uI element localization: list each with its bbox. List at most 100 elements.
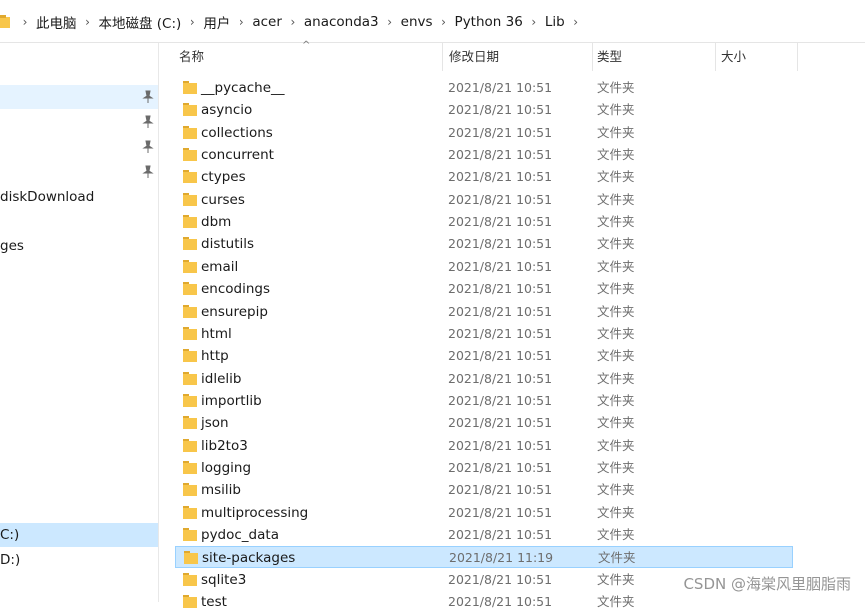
file-modified-date: 2021/8/21 10:51 bbox=[448, 527, 553, 542]
breadcrumb-item[interactable]: acer bbox=[252, 14, 282, 30]
chevron-right-icon[interactable]: › bbox=[433, 15, 455, 29]
file-row[interactable]: html 2021/8/21 10:51 文件夹 bbox=[175, 323, 793, 345]
file-row[interactable]: concurrent 2021/8/21 10:51 文件夹 bbox=[175, 144, 793, 166]
file-modified-date: 2021/8/21 10:51 bbox=[448, 102, 553, 118]
file-modified-date: 2021/8/21 10:51 bbox=[448, 214, 553, 230]
file-row[interactable]: lib2to3 2021/8/21 10:51 文件夹 bbox=[175, 435, 793, 457]
pin-icon[interactable] bbox=[142, 115, 154, 129]
file-modified-date: 2021/8/21 11:19 bbox=[449, 550, 554, 566]
folder-icon bbox=[183, 438, 197, 452]
nav-item-label: ges bbox=[0, 238, 24, 254]
file-modified-date: 2021/8/21 10:51 bbox=[448, 594, 553, 610]
nav-item[interactable]: D:) bbox=[0, 548, 158, 572]
file-name: dbm bbox=[201, 214, 232, 231]
file-modified-date: 2021/8/21 10:51 bbox=[448, 258, 553, 274]
nav-item[interactable] bbox=[0, 160, 158, 184]
file-row[interactable]: json 2021/8/21 10:51 文件夹 bbox=[175, 412, 793, 434]
column-header-name[interactable]: 名称 bbox=[179, 43, 204, 71]
column-header-date[interactable]: 修改日期 bbox=[449, 43, 499, 71]
file-row[interactable]: site-packages 2021/8/21 11:19 文件夹 bbox=[175, 546, 793, 569]
column-divider[interactable] bbox=[797, 43, 798, 71]
folder-icon bbox=[183, 215, 197, 229]
file-row[interactable]: pydoc_data 2021/8/21 10:51 文件夹 bbox=[175, 524, 793, 546]
file-row[interactable]: msilib 2021/8/21 10:51 文件夹 bbox=[175, 479, 793, 501]
column-divider[interactable] bbox=[442, 43, 443, 71]
column-divider[interactable] bbox=[592, 43, 593, 71]
file-modified-date: 2021/8/21 10:51 bbox=[448, 370, 553, 386]
file-modified-date: 2021/8/21 10:51 bbox=[448, 348, 553, 364]
file-type: 文件夹 bbox=[597, 392, 635, 408]
file-row[interactable]: encodings 2021/8/21 10:51 文件夹 bbox=[175, 278, 793, 300]
file-row[interactable]: curses 2021/8/21 10:51 文件夹 bbox=[175, 189, 793, 211]
folder-icon bbox=[183, 393, 197, 407]
chevron-right-icon[interactable]: › bbox=[181, 15, 203, 29]
file-row[interactable]: test 2021/8/21 10:51 文件夹 bbox=[175, 591, 793, 613]
file-name: distutils bbox=[201, 236, 255, 253]
column-header-bar: ^ 名称 修改日期 类型 大小 bbox=[159, 40, 865, 71]
file-name: multiprocessing bbox=[201, 504, 309, 521]
nav-item[interactable] bbox=[0, 110, 158, 134]
file-row[interactable]: multiprocessing 2021/8/21 10:51 文件夹 bbox=[175, 502, 793, 524]
chevron-right-icon[interactable]: › bbox=[77, 15, 99, 29]
breadcrumb-item[interactable]: anaconda3 bbox=[304, 14, 379, 30]
file-type: 文件夹 bbox=[597, 191, 635, 207]
nav-item[interactable] bbox=[0, 85, 158, 109]
file-modified-date: 2021/8/21 10:51 bbox=[448, 392, 553, 408]
file-modified-date: 2021/8/21 10:51 bbox=[448, 571, 553, 587]
file-modified-date: 2021/8/21 10:51 bbox=[448, 325, 553, 341]
chevron-right-icon[interactable]: › bbox=[282, 15, 304, 29]
file-type: 文件夹 bbox=[597, 325, 635, 341]
file-row[interactable]: distutils 2021/8/21 10:51 文件夹 bbox=[175, 233, 793, 255]
column-header-type[interactable]: 类型 bbox=[597, 43, 622, 71]
column-divider[interactable] bbox=[715, 43, 716, 71]
file-row[interactable]: idlelib 2021/8/21 10:51 文件夹 bbox=[175, 368, 793, 390]
file-row[interactable]: ensurepip 2021/8/21 10:51 文件夹 bbox=[175, 301, 793, 323]
nav-item[interactable]: C:) bbox=[0, 523, 158, 547]
file-type: 文件夹 bbox=[597, 459, 635, 475]
file-name: msilib bbox=[201, 482, 242, 499]
pin-icon[interactable] bbox=[142, 140, 154, 154]
folder-icon bbox=[183, 304, 197, 318]
nav-item[interactable]: ges bbox=[0, 234, 158, 258]
pin-icon[interactable] bbox=[142, 90, 154, 104]
file-row[interactable]: asyncio 2021/8/21 10:51 文件夹 bbox=[175, 99, 793, 121]
chevron-right-icon[interactable]: › bbox=[565, 15, 587, 29]
address-bar[interactable]: › 此电脑 › 本地磁盘 (C:) › 用户 › acer › anaconda3 › envs › Py… bbox=[0, 0, 865, 43]
nav-item[interactable] bbox=[0, 135, 158, 159]
breadcrumb-item[interactable]: 此电脑 bbox=[36, 12, 77, 32]
file-type: 文件夹 bbox=[597, 370, 635, 386]
breadcrumb-item[interactable]: Lib bbox=[545, 14, 565, 30]
folder-icon bbox=[0, 15, 10, 28]
pin-icon[interactable] bbox=[142, 165, 154, 179]
breadcrumb-item[interactable]: envs bbox=[401, 14, 433, 30]
file-modified-date: 2021/8/21 10:51 bbox=[448, 281, 553, 297]
file-row[interactable]: importlib 2021/8/21 10:51 文件夹 bbox=[175, 390, 793, 412]
breadcrumb-item[interactable]: 用户 bbox=[203, 12, 230, 32]
file-row[interactable]: http 2021/8/21 10:51 文件夹 bbox=[175, 345, 793, 367]
folder-icon bbox=[183, 192, 197, 206]
file-name: concurrent bbox=[201, 147, 274, 164]
breadcrumb-item[interactable]: 本地磁盘 (C:) bbox=[99, 12, 182, 32]
folder-icon bbox=[183, 416, 197, 430]
file-row[interactable]: ctypes 2021/8/21 10:51 文件夹 bbox=[175, 166, 793, 188]
file-name: ctypes bbox=[201, 169, 246, 186]
file-row[interactable]: __pycache__ 2021/8/21 10:51 文件夹 bbox=[175, 77, 793, 99]
folder-icon bbox=[183, 326, 197, 340]
file-name: html bbox=[201, 325, 232, 342]
file-row[interactable]: collections 2021/8/21 10:51 文件夹 bbox=[175, 122, 793, 144]
chevron-right-icon[interactable]: › bbox=[523, 15, 545, 29]
chevron-right-icon[interactable]: › bbox=[379, 15, 401, 29]
file-row[interactable]: logging 2021/8/21 10:51 文件夹 bbox=[175, 457, 793, 479]
file-row[interactable]: dbm 2021/8/21 10:51 文件夹 bbox=[175, 211, 793, 233]
chevron-right-icon[interactable]: › bbox=[14, 15, 36, 29]
file-row[interactable]: email 2021/8/21 10:51 文件夹 bbox=[175, 256, 793, 278]
column-header-size[interactable]: 大小 bbox=[721, 43, 746, 71]
file-modified-date: 2021/8/21 10:51 bbox=[448, 504, 553, 520]
breadcrumb-item[interactable]: Python 36 bbox=[455, 14, 523, 30]
chevron-right-icon[interactable]: › bbox=[230, 15, 252, 29]
file-type: 文件夹 bbox=[597, 124, 635, 140]
nav-item[interactable]: diskDownload bbox=[0, 185, 158, 209]
file-name: http bbox=[201, 348, 229, 365]
folder-icon bbox=[183, 349, 197, 363]
file-name: email bbox=[201, 258, 239, 275]
